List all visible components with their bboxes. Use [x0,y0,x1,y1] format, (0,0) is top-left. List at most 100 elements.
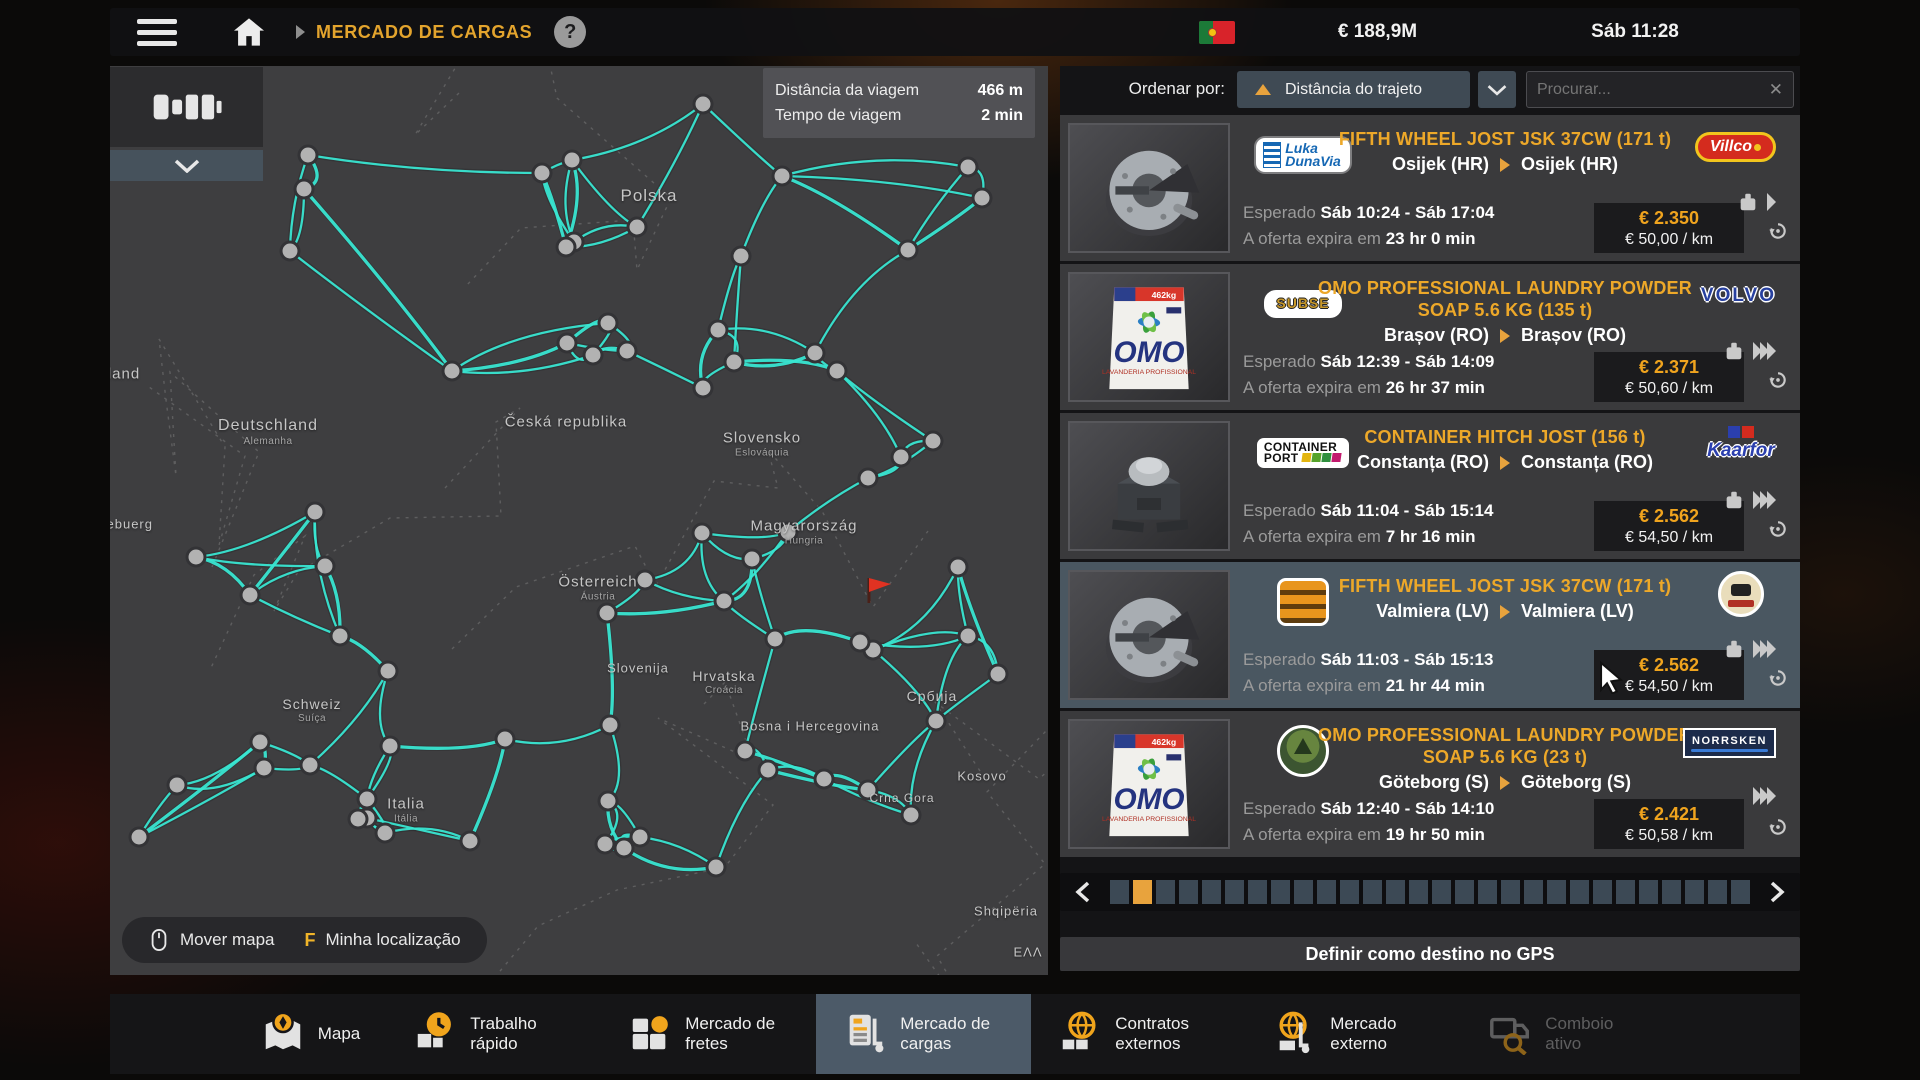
search-clear-icon[interactable]: ✕ [1769,80,1783,100]
pagination-prev-button[interactable] [1060,873,1104,911]
help-icon[interactable]: ? [554,16,586,48]
my-location-control[interactable]: F Minha localização [304,930,460,951]
page-cell-3[interactable] [1156,880,1175,904]
svg-text:462kg: 462kg [1152,737,1177,747]
cargo-card-2[interactable]: 462kgOMOLAVANDERIA PROFISSIONAL SUBSE OM… [1060,264,1800,410]
kaarfor-logo: Kaarfor [1707,428,1775,462]
page-cell-19[interactable] [1524,880,1543,904]
pagination-next-button[interactable] [1756,873,1800,911]
freight-icon [627,1009,673,1060]
page-cell-11[interactable] [1340,880,1359,904]
offer-expiry: A oferta expira em 23 hr 0 min [1243,229,1475,249]
cargo-card-3[interactable]: CONTAINERPORT CONTAINER HITCH JOST (156 … [1060,413,1800,559]
cargo-image [1068,570,1230,700]
page-cell-4[interactable] [1179,880,1198,904]
sort-dropdown[interactable]: Distância do trajeto [1237,71,1470,108]
page-cell-15[interactable] [1432,880,1451,904]
search-box[interactable]: ✕ [1526,71,1794,108]
route-arrow-icon [1500,456,1510,470]
country-label: SchweizSuíça [282,696,341,724]
page-cell-26[interactable] [1685,880,1704,904]
page-cell-13[interactable] [1386,880,1405,904]
cargo-card-5[interactable]: 462kgOMOLAVANDERIA PROFISSIONAL OMO PROF… [1060,711,1800,857]
page-cell-1[interactable] [1110,880,1129,904]
page-cell-22[interactable] [1593,880,1612,904]
nav-trabalho-r-pido[interactable]: Trabalho rápido [386,994,601,1074]
cargo-route: Göteborg (S) Göteborg (S) [1379,772,1631,793]
cargo-image: 462kgOMOLAVANDERIA PROFISSIONAL [1068,272,1230,402]
country-label: SlovenskoEslováquia [723,430,801,459]
world-map[interactable]: PolskalandDeutschlandAlemanhazebuergČesk… [110,66,1048,975]
search-input[interactable] [1527,81,1769,99]
cargo-card-1[interactable]: LukaDunaVia FIFTH WHEEL JOST JSK 37CW (1… [1060,115,1800,261]
price-per-km: € 54,50 / km [1625,529,1713,547]
country-label: Bosna i Hercegovina [741,719,880,734]
nav-mapa[interactable]: Mapa [234,994,387,1074]
trip-distance-label: Distância da viagem [775,78,919,103]
globe-cargo-icon [1272,1009,1318,1060]
page-cell-6[interactable] [1225,880,1244,904]
cargo-price: € 2.350 [1639,208,1699,229]
nav-contratos-externos[interactable]: Contratos externos [1031,994,1246,1074]
page-cell-5[interactable] [1202,880,1221,904]
recipient-brand-logo [1706,572,1776,616]
page-cell-25[interactable] [1662,880,1681,904]
page-cell-17[interactable] [1478,880,1497,904]
route-arrow-icon [1500,329,1510,343]
page-cell-2-active[interactable] [1133,880,1152,904]
page-cell-24[interactable] [1639,880,1658,904]
cargo-route: Osijek (HR) Osijek (HR) [1392,154,1618,175]
sort-dropdown-open-button[interactable] [1478,71,1516,108]
page-cell-14[interactable] [1409,880,1428,904]
offer-expiry: A oferta expira em 21 hr 44 min [1243,676,1485,696]
svg-text:LAVANDERIA PROFISSIONAL: LAVANDERIA PROFISSIONAL [1102,369,1196,376]
page-title: MERCADO DE CARGAS [316,22,532,43]
nav-mercado-de-cargas[interactable]: Mercado de cargas [816,994,1031,1074]
bottom-navigation: MapaTrabalho rápidoMercado de fretesMerc… [110,994,1800,1074]
truck-config-button[interactable] [110,67,263,147]
page-cell-21[interactable] [1570,880,1589,904]
cargo-market-panel: Ordenar por: Distância do trajeto ✕ Luka… [1060,66,1800,971]
cargo-route: Constanța (RO) Constanța (RO) [1357,452,1653,473]
cargo-title: OMO PROFESSIONAL LAUNDRY POWDER SOAP 5.6… [1306,724,1704,768]
page-cell-20[interactable] [1547,880,1566,904]
page-cell-23[interactable] [1616,880,1635,904]
cargo-card-4-selected[interactable]: FIFTH WHEEL JOST JSK 37CW (171 t) Valmie… [1060,562,1800,708]
page-cell-27[interactable] [1708,880,1727,904]
top-bar: MERCADO DE CARGAS ? € 188,9M Sáb 11:28 [110,8,1800,56]
truck-config-expand-button[interactable] [110,150,263,181]
page-cell-10[interactable] [1317,880,1336,904]
return-job-icon [1768,668,1788,693]
page-cell-9[interactable] [1294,880,1313,904]
nav-mercado-externo[interactable]: Mercado externo [1246,994,1461,1074]
page-cell-7[interactable] [1248,880,1267,904]
page-cell-16[interactable] [1455,880,1474,904]
cargo-title: FIFTH WHEEL JOST JSK 37CW (171 t) [1339,575,1671,597]
expected-time: Esperado Sáb 12:39 - Sáb 14:09 [1243,352,1494,372]
set-gps-destination-button[interactable]: Definir como destino no GPS [1060,937,1800,971]
page-cell-12[interactable] [1363,880,1382,904]
route-destination: Osijek (HR) [1521,154,1618,175]
route-destination: Brașov (RO) [1521,325,1626,346]
my-location-label: Minha localização [325,930,460,950]
menu-icon[interactable] [134,15,180,49]
nav-comboio-ativo: Comboio ativo [1461,994,1676,1074]
cargo-image: 462kgOMOLAVANDERIA PROFISSIONAL [1068,719,1230,849]
country-label: Crna Gora [869,791,934,805]
price-per-km: € 50,58 / km [1625,827,1713,845]
page-cell-8[interactable] [1271,880,1290,904]
return-job-icon [1768,221,1788,246]
page-cell-18[interactable] [1501,880,1520,904]
price-box: € 2.350 € 50,00 / km [1594,203,1744,253]
price-per-km: € 50,00 / km [1625,231,1713,249]
move-map-control[interactable]: Mover mapa [148,927,274,953]
home-icon[interactable] [232,17,266,47]
country-label: MagyarországHungria [750,518,857,547]
expected-time: Esperado Sáb 11:04 - Sáb 15:14 [1243,501,1493,521]
country-label: ΕΛΛ [1013,945,1042,960]
country-label: land [110,366,140,383]
nav-mercado-de-fretes[interactable]: Mercado de fretes [601,994,816,1074]
page-cell-28[interactable] [1731,880,1750,904]
route-destination: Constanța (RO) [1521,452,1653,473]
cargo-price: € 2.562 [1639,506,1699,527]
